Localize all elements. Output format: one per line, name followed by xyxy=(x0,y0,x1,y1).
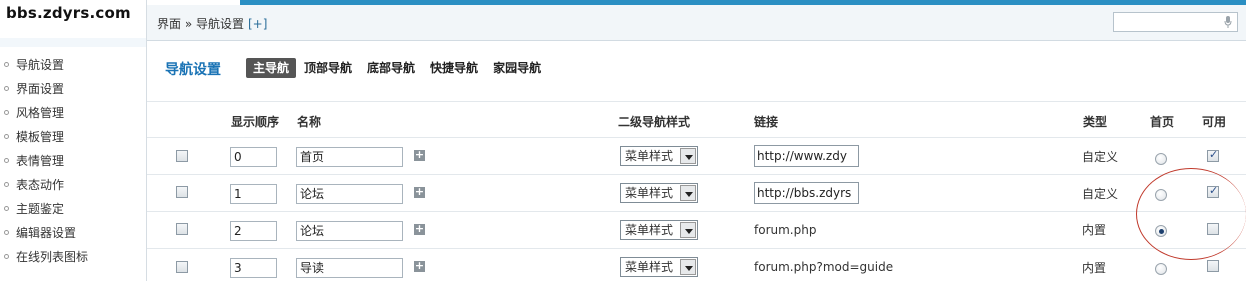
sidebar-item-label: 表情管理 xyxy=(16,154,65,168)
bullet-icon xyxy=(4,182,9,187)
sidebar-item-smiley-manage[interactable]: 表情管理 xyxy=(0,151,88,175)
name-input[interactable]: 首页 xyxy=(296,147,403,167)
add-subnav-button[interactable]: + xyxy=(414,260,425,272)
microphone-icon[interactable] xyxy=(1224,16,1232,28)
home-radio[interactable] xyxy=(1155,263,1167,275)
logo-band xyxy=(0,38,146,47)
sidebar-item-editor-settings[interactable]: 编辑器设置 xyxy=(0,223,88,247)
link-input[interactable]: http://bbs.zdyrs xyxy=(754,182,859,204)
col-header-order: 显示顺序 xyxy=(231,115,280,129)
bullet-icon xyxy=(4,110,9,115)
chevron-down-icon xyxy=(680,222,696,238)
name-input[interactable]: 论坛 xyxy=(296,221,403,241)
sidebar-item-label: 导航设置 xyxy=(16,58,65,72)
order-input[interactable]: 1 xyxy=(230,184,277,204)
col-header-name: 名称 xyxy=(297,115,322,129)
row-divider xyxy=(147,174,1246,175)
sidebar-item-label: 在线列表图标 xyxy=(16,250,89,264)
sidebar-item-style-manage[interactable]: 风格管理 xyxy=(0,103,88,127)
bullet-icon xyxy=(4,230,9,235)
tab-footer-nav[interactable]: 底部导航 xyxy=(360,58,422,78)
row-select-checkbox[interactable] xyxy=(176,261,188,273)
row-divider xyxy=(147,248,1246,249)
add-to-shortcuts-link[interactable]: [+] xyxy=(248,17,267,31)
name-input[interactable]: 论坛 xyxy=(296,184,403,204)
site-logo[interactable]: bbs.zdyrs.com xyxy=(6,4,131,22)
col-header-type: 类型 xyxy=(1083,115,1108,129)
bullet-icon xyxy=(4,158,9,163)
header-divider xyxy=(147,137,1246,138)
nav-tabs: 主导航 顶部导航 底部导航 快捷导航 家园导航 xyxy=(246,58,549,78)
sidebar-item-nav-settings[interactable]: 导航设置 xyxy=(0,55,88,79)
sidebar-item-online-icons[interactable]: 在线列表图标 xyxy=(0,247,88,271)
chevron-down-icon xyxy=(680,185,696,201)
select-value: 菜单样式 xyxy=(625,186,674,200)
tab-main-nav[interactable]: 主导航 xyxy=(246,58,297,78)
order-input[interactable]: 2 xyxy=(230,221,277,241)
sidebar-item-reactions[interactable]: 表态动作 xyxy=(0,175,88,199)
col-header-subnav-style: 二级导航样式 xyxy=(618,115,691,129)
type-label: 自定义 xyxy=(1082,187,1119,201)
type-label: 内置 xyxy=(1082,261,1107,275)
row-select-checkbox[interactable] xyxy=(176,150,188,162)
tab-quick-nav[interactable]: 快捷导航 xyxy=(423,58,485,78)
subnav-style-select[interactable]: 菜单样式 xyxy=(620,146,698,166)
tab-home-nav[interactable]: 家园导航 xyxy=(486,58,548,78)
breadcrumb: 界面 » 导航设置 [+] xyxy=(157,15,267,32)
chevron-down-icon xyxy=(680,148,696,164)
name-input[interactable]: 导读 xyxy=(296,258,403,278)
select-value: 菜单样式 xyxy=(625,260,674,274)
row-divider xyxy=(147,211,1246,212)
type-label: 内置 xyxy=(1082,223,1107,237)
annotation-ellipse xyxy=(1136,168,1246,260)
select-value: 菜单样式 xyxy=(625,149,674,163)
sidebar-item-thread-stamps[interactable]: 主题鉴定 xyxy=(0,199,88,223)
sidebar-item-ui-settings[interactable]: 界面设置 xyxy=(0,79,88,103)
type-label: 自定义 xyxy=(1082,150,1119,164)
sidebar-menu: 导航设置 界面设置 风格管理 模板管理 表情管理 表态动作 主题鉴定 编辑器设置… xyxy=(0,55,88,271)
chevron-down-icon xyxy=(680,259,696,275)
order-input[interactable]: 3 xyxy=(230,258,277,278)
sidebar-item-label: 编辑器设置 xyxy=(16,226,77,240)
subnav-style-select[interactable]: 菜单样式 xyxy=(620,183,698,203)
link-text: forum.php?mod=guide xyxy=(754,260,894,274)
col-header-link: 链接 xyxy=(754,115,779,129)
row-select-checkbox[interactable] xyxy=(176,186,188,198)
bullet-icon xyxy=(4,254,9,259)
page-title: 导航设置 xyxy=(165,62,221,78)
add-subnav-button[interactable]: + xyxy=(414,149,425,161)
sidebar-item-label: 界面设置 xyxy=(16,82,65,96)
bullet-icon xyxy=(4,62,9,67)
bullet-icon xyxy=(4,206,9,211)
col-header-available: 可用 xyxy=(1202,115,1227,129)
bullet-icon xyxy=(4,86,9,91)
col-header-home: 首页 xyxy=(1150,115,1175,129)
home-radio[interactable] xyxy=(1155,153,1167,165)
tab-top-nav[interactable]: 顶部导航 xyxy=(297,58,359,78)
sidebar-item-template-manage[interactable]: 模板管理 xyxy=(0,127,88,151)
sidebar-item-label: 主题鉴定 xyxy=(16,202,65,216)
bullet-icon xyxy=(4,134,9,139)
sidebar: bbs.zdyrs.com 导航设置 界面设置 风格管理 模板管理 表情管理 表… xyxy=(0,0,146,281)
sidebar-item-label: 模板管理 xyxy=(16,130,65,144)
row-select-checkbox[interactable] xyxy=(176,223,188,235)
table-top-border xyxy=(147,101,1246,102)
subnav-style-select[interactable]: 菜单样式 xyxy=(620,220,698,240)
add-subnav-button[interactable]: + xyxy=(414,186,425,198)
sidebar-item-label: 表态动作 xyxy=(16,178,65,192)
search-input[interactable] xyxy=(1113,12,1238,32)
subnav-style-select[interactable]: 菜单样式 xyxy=(620,257,698,277)
available-checkbox[interactable] xyxy=(1207,260,1219,272)
link-input[interactable]: http://www.zdy xyxy=(754,145,859,167)
breadcrumb-path[interactable]: 界面 » 导航设置 xyxy=(157,17,244,31)
add-subnav-button[interactable]: + xyxy=(414,223,425,235)
select-value: 菜单样式 xyxy=(625,223,674,237)
topbar: 界面 » 导航设置 [+] xyxy=(147,5,1246,41)
sidebar-divider xyxy=(146,0,147,281)
available-checkbox[interactable] xyxy=(1207,148,1219,162)
sidebar-item-label: 风格管理 xyxy=(16,106,65,120)
order-input[interactable]: 0 xyxy=(230,147,277,167)
link-text: forum.php xyxy=(754,223,817,237)
